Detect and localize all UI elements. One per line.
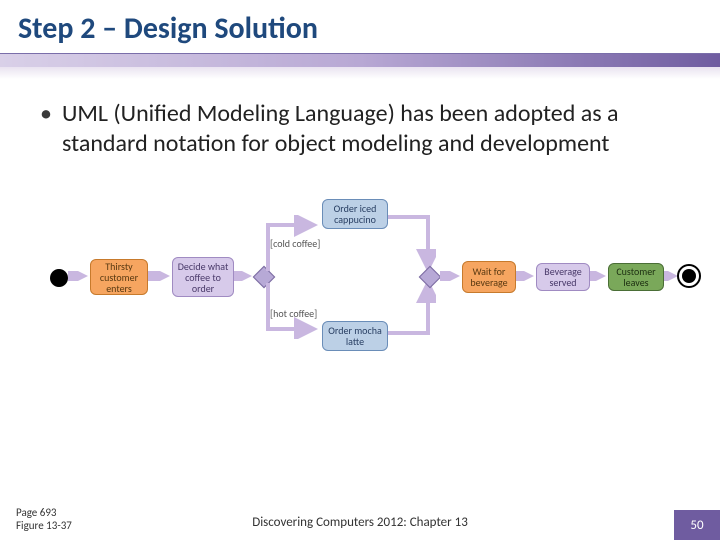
slide-title: Step 2 – Design Solution [18,10,702,47]
bullet-text: UML (Unified Modeling Language) has been… [62,99,680,159]
uml-activity-diagram: Thirsty customer enters Decide what coff… [46,187,674,367]
slide-body: • UML (Unified Modeling Language) has be… [0,67,720,169]
node-wait: Wait for beverage [462,261,516,293]
slide-title-bar: Step 2 – Design Solution [0,0,720,53]
node-served: Beverage served [536,263,590,291]
node-mocha: Order mocha latte [322,321,388,351]
node-leaves: Customer leaves [608,263,664,291]
node-iced: Order iced cappucino [322,199,388,229]
final-node-icon [682,269,696,283]
node-decide: Decide what coffee to order [172,257,234,297]
initial-node-icon [50,269,68,287]
accent-divider [0,53,720,67]
node-thirsty-customer: Thirsty customer enters [90,259,148,295]
bullet-icon: • [40,99,52,129]
page-number-badge: 50 [674,510,720,540]
footer-center: Discovering Computers 2012: Chapter 13 [0,515,720,530]
